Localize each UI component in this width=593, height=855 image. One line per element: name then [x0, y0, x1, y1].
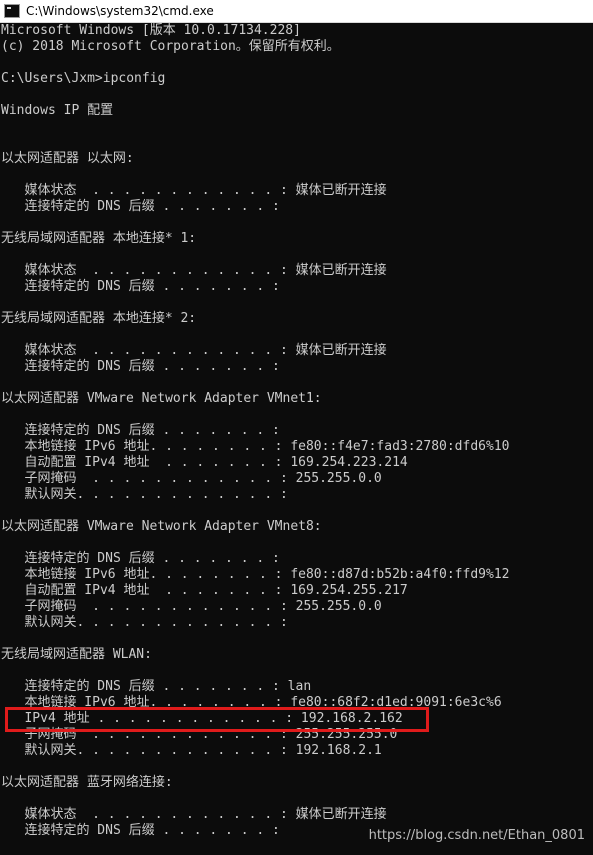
window-title: C:\Windows\system32\cmd.exe [26, 4, 214, 18]
console-line: 连接特定的 DNS 后缀 . . . . . . . : [1, 423, 280, 438]
console-line: 默认网关. . . . . . . . . . . . . : [1, 487, 288, 502]
console-line: 连接特定的 DNS 后缀 . . . . . . . : [1, 359, 280, 374]
console-line: 默认网关. . . . . . . . . . . . . : [1, 615, 288, 630]
console-line: 连接特定的 DNS 后缀 . . . . . . . : [1, 551, 280, 566]
console-line: 无线局域网适配器 本地连接* 2: [1, 311, 197, 326]
console-line: 媒体状态 . . . . . . . . . . . . : 媒体已断开连接 [1, 807, 387, 822]
console-line: (c) 2018 Microsoft Corporation。保留所有权利。 [1, 39, 340, 54]
ipv4-highlight-box [5, 707, 429, 732]
console-line: 连接特定的 DNS 后缀 . . . . . . . : [1, 199, 280, 214]
title-bar: C:\Windows\system32\cmd.exe [0, 0, 593, 23]
console-line: Windows IP 配置 [1, 103, 114, 118]
console-line: 本地链接 IPv6 地址. . . . . . . . : fe80::d87d… [1, 567, 510, 582]
console-line: 本地链接 IPv6 地址. . . . . . . . : fe80::f4e7… [1, 439, 510, 454]
console-line: 连接特定的 DNS 后缀 . . . . . . . : [1, 823, 280, 838]
console-line: 自动配置 IPv4 地址 . . . . . . . : 169.254.255… [1, 583, 408, 598]
console-line: Microsoft Windows [版本 10.0.17134.228] [1, 23, 301, 38]
console-line: 以太网适配器 以太网: [1, 151, 134, 166]
console-line: 连接特定的 DNS 后缀 . . . . . . . : [1, 279, 280, 294]
console-line: 子网掩码 . . . . . . . . . . . . : 255.255.0… [1, 599, 382, 614]
console-line: 连接特定的 DNS 后缀 . . . . . . . : lan [1, 679, 312, 694]
console-line: 自动配置 IPv4 地址 . . . . . . . : 169.254.223… [1, 455, 408, 470]
console-line: 无线局域网适配器 WLAN: [1, 647, 152, 662]
console-line: 媒体状态 . . . . . . . . . . . . : 媒体已断开连接 [1, 343, 387, 358]
console-line: 以太网适配器 蓝牙网络连接: [1, 775, 173, 790]
console-line: 子网掩码 . . . . . . . . . . . . : 255.255.0… [1, 471, 382, 486]
console-line: 无线局域网适配器 本地连接* 1: [1, 231, 197, 246]
console-line: 以太网适配器 VMware Network Adapter VMnet1: [1, 391, 322, 406]
watermark: https://blog.csdn.net/Ethan_0801 [368, 828, 585, 843]
console-line: 媒体状态 . . . . . . . . . . . . : 媒体已断开连接 [1, 263, 387, 278]
console-line: 默认网关. . . . . . . . . . . . . : 192.168.… [1, 743, 382, 758]
console-line: 以太网适配器 VMware Network Adapter VMnet8: [1, 519, 322, 534]
console-line: C:\Users\Jxm>ipconfig [1, 71, 166, 86]
cmd-icon [4, 4, 20, 18]
console-line: 媒体状态 . . . . . . . . . . . . : 媒体已断开连接 [1, 183, 387, 198]
